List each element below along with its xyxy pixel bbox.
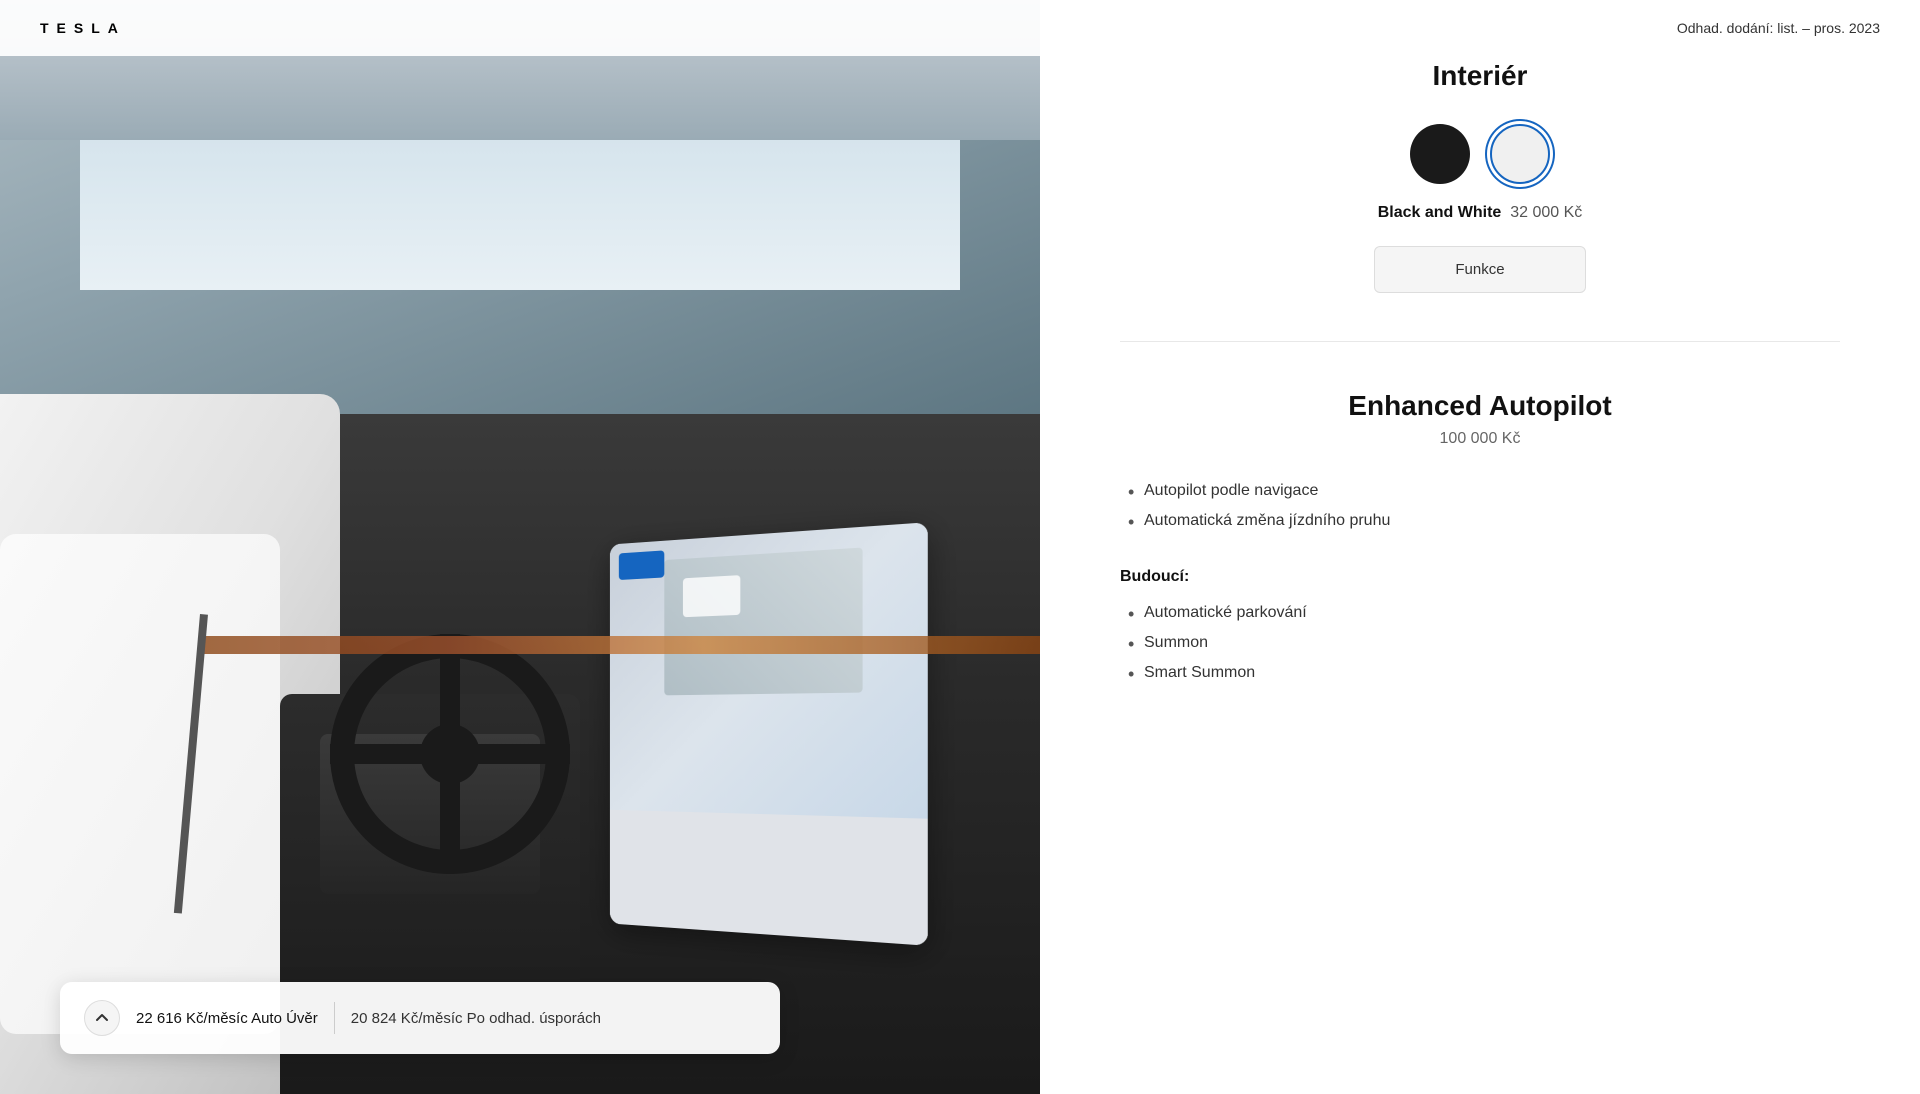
color-price-value: 32 000 Kč (1510, 204, 1582, 221)
touchscreen (610, 522, 928, 946)
interior-title: Interiér (1120, 60, 1840, 92)
screen-map-road (664, 548, 862, 696)
screen-bottom (610, 810, 928, 946)
wood-trim (200, 636, 1040, 654)
tesla-logo: TESLA (40, 20, 126, 36)
chevron-up-icon (94, 1010, 110, 1026)
future-feature-list: Automatické parkování Summon Smart Summo… (1120, 598, 1840, 688)
steering-hub (420, 724, 480, 784)
future-feature-item-1: Automatické parkování (1120, 598, 1840, 628)
autopilot-price: 100 000 Kč (1120, 430, 1840, 448)
color-swatch-black[interactable] (1410, 124, 1470, 184)
steering-wheel-area (300, 614, 600, 894)
seat-left-inner (0, 534, 280, 1034)
feature-item-2: Automatická změna jízdního pruhu (1120, 506, 1840, 536)
autopilot-title: Enhanced Autopilot (1120, 390, 1840, 422)
screen-car-icon (683, 575, 740, 617)
section-divider-1 (1120, 341, 1840, 342)
screen-map (610, 522, 928, 819)
main-layout: 22 616 Kč/měsíc Auto Úvěr 20 824 Kč/měsí… (0, 0, 1920, 1094)
screen-blue-btn (619, 550, 664, 580)
steering-wheel (330, 634, 570, 874)
right-panel: Interiér Black and White 32 000 Kč Funkc… (1040, 0, 1920, 1094)
monthly-payment-text: 22 616 Kč/měsíc Auto Úvěr (136, 1010, 318, 1027)
bar-divider (334, 1002, 335, 1034)
color-swatch-white[interactable] (1490, 124, 1550, 184)
color-name: Black and White (1378, 204, 1502, 221)
header: TESLA Odhad. dodání: list. – pros. 2023 (0, 0, 1920, 56)
chevron-up-button[interactable] (84, 1000, 120, 1036)
car-image-area: 22 616 Kč/měsíc Auto Úvěr 20 824 Kč/měsí… (0, 0, 1040, 1094)
future-label: Budoucí: (1120, 568, 1840, 586)
color-label: Black and White 32 000 Kč (1120, 204, 1840, 222)
savings-payment-text: 20 824 Kč/měsíc Po odhad. úsporách (351, 1010, 601, 1027)
funkce-button[interactable]: Funkce (1374, 246, 1585, 293)
future-feature-item-2: Summon (1120, 628, 1840, 658)
feature-list: Autopilot podle navigace Automatická změ… (1120, 476, 1840, 536)
screen-content (610, 522, 928, 946)
car-interior-bg (0, 0, 1040, 1094)
feature-item-1: Autopilot podle navigace (1120, 476, 1840, 506)
delivery-estimate: Odhad. dodání: list. – pros. 2023 (1677, 20, 1880, 36)
bottom-bar: 22 616 Kč/měsíc Auto Úvěr 20 824 Kč/měsí… (60, 982, 780, 1054)
future-feature-item-3: Smart Summon (1120, 658, 1840, 688)
color-swatches (1120, 124, 1840, 184)
